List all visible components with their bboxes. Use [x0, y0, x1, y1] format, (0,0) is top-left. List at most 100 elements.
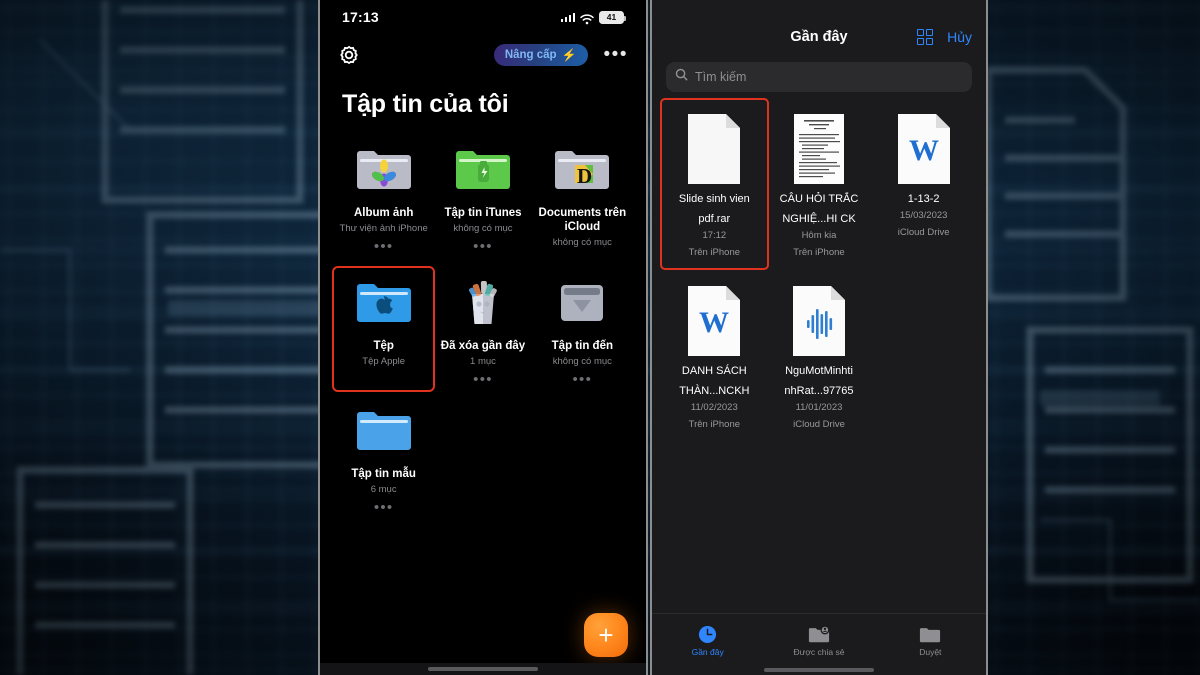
folder-more-icon[interactable]: •••: [535, 375, 630, 384]
file-name-line1: 1-13-2: [873, 192, 974, 206]
shared-folder-icon: [763, 623, 874, 647]
file-name-line2: THÀN...NCKH: [664, 384, 765, 398]
file-meta-location: Trên iPhone: [664, 246, 765, 260]
folder-item-sample[interactable]: Tập tin mẫu 6 mục •••: [334, 396, 433, 518]
search-input[interactable]: Tìm kiếm: [666, 62, 972, 92]
folder-subtitle: 1 mục: [435, 355, 530, 368]
folder-subtitle: 6 mục: [336, 483, 431, 496]
page-title: Tập tin của tôi: [320, 76, 646, 135]
file-meta-location: iCloud Drive: [873, 226, 974, 240]
file-meta-date: Hôm kia: [769, 229, 870, 243]
folder-item-itunes[interactable]: Tập tin iTunes không có mục •••: [433, 135, 532, 262]
more-horizontal-icon[interactable]: •••: [604, 51, 628, 59]
search-placeholder: Tìm kiếm: [695, 70, 746, 84]
file-name-line2: pdf.rar: [664, 212, 765, 226]
file-meta-location: Trên iPhone: [769, 246, 870, 260]
file-name-line1: CÂU HỎI TRẮC: [769, 192, 870, 206]
file-item-1-13-2[interactable]: W 1-13-2 15/03/2023 iCloud Drive: [871, 100, 976, 268]
inbox-folder-icon: [535, 272, 630, 334]
tab-recents[interactable]: Gần đây: [652, 623, 763, 657]
file-name-line2: NGHIỆ...HI CK: [769, 212, 870, 226]
file-meta-location: Trên iPhone: [664, 418, 765, 432]
svg-text:W: W: [699, 306, 729, 339]
add-button[interactable]: +: [584, 613, 628, 657]
folder-item-photos[interactable]: Album ảnh Thư viện ảnh iPhone •••: [334, 135, 433, 262]
folder-grid: Album ảnh Thư viện ảnh iPhone ••• Tập ti…: [320, 135, 646, 518]
folder-more-icon[interactable]: •••: [435, 242, 530, 251]
folder-subtitle: Tệp Apple: [336, 355, 431, 368]
text-document-preview-icon: [769, 106, 870, 186]
svg-text:D: D: [577, 164, 592, 188]
right-phone-screen: Gần đây Hủy Tìm kiếm Slide sinh v: [650, 0, 988, 675]
folder-more-icon[interactable]: •••: [336, 503, 431, 512]
folder-name: Tập tin iTunes: [435, 206, 530, 220]
wifi-icon: [580, 12, 594, 23]
file-item-slide-sinh-vien[interactable]: Slide sinh vien pdf.rar 17:12 Trên iPhon…: [662, 100, 767, 268]
file-meta-date: 15/03/2023: [873, 209, 974, 223]
audio-document-icon: [769, 278, 870, 358]
grid-view-icon[interactable]: [917, 29, 934, 46]
folder-subtitle: Thư viện ảnh iPhone: [336, 222, 431, 235]
tab-browse[interactable]: Duyệt: [875, 623, 986, 657]
plus-icon: +: [598, 622, 613, 648]
folder-more-icon[interactable]: •••: [435, 375, 530, 384]
folder-name: Đã xóa gần đây: [435, 339, 530, 353]
file-item-danh-sach-thanh-vien[interactable]: W DANH SÁCH THÀN...NCKH 11/02/2023 Trên …: [662, 272, 767, 440]
home-indicator: [320, 663, 646, 675]
file-name-line1: NguMotMinhti: [769, 364, 870, 378]
folder-item-tep[interactable]: Tệp Tệp Apple: [334, 268, 433, 390]
file-meta-date: 11/02/2023: [664, 401, 765, 415]
tab-label: Gần đây: [652, 647, 763, 657]
file-item-ngumotminh[interactable]: NguMotMinhti nhRat...97765 11/01/2023 iC…: [767, 272, 872, 440]
gear-icon[interactable]: [338, 44, 360, 66]
upgrade-label: Nâng cấp: [505, 49, 557, 61]
folder-name: Tập tin đến: [535, 339, 630, 353]
blue-folder-icon: [336, 400, 431, 462]
folder-name: Album ảnh: [336, 206, 431, 220]
upgrade-badge[interactable]: Nâng cấp ⚡: [494, 44, 588, 66]
status-bar: 17:13 41: [320, 0, 646, 34]
right-header: Gần đây Hủy Tìm kiếm: [652, 0, 986, 92]
home-indicator: [652, 665, 986, 675]
file-meta-date: 11/01/2023: [769, 401, 870, 415]
folder-more-icon[interactable]: •••: [336, 242, 431, 251]
file-name-line1: Slide sinh vien: [664, 192, 765, 206]
folder-item-recently-deleted[interactable]: Đã xóa gần đây 1 mục •••: [433, 268, 532, 390]
files-grid: Slide sinh vien pdf.rar 17:12 Trên iPhon…: [652, 92, 986, 440]
clock-icon: [652, 623, 763, 647]
folder-subtitle: không có mục: [535, 355, 630, 368]
word-document-icon: W: [664, 278, 765, 358]
folder-name: Tập tin mẫu: [336, 467, 431, 481]
folder-icon: [875, 623, 986, 647]
folder-name: Tệp: [336, 339, 431, 353]
file-name-line1: DANH SÁCH: [664, 364, 765, 378]
svg-text:W: W: [909, 134, 939, 167]
tab-shared[interactable]: Được chia sẻ: [763, 623, 874, 657]
left-top-bar: Nâng cấp ⚡ •••: [320, 34, 646, 76]
folder-name: Documents trên iCloud: [535, 206, 630, 234]
battery-icon: 41: [599, 11, 624, 24]
tab-label: Duyệt: [875, 647, 986, 657]
battery-level: 41: [607, 12, 616, 22]
folder-item-inbox[interactable]: Tập tin đến không có mục •••: [533, 268, 632, 390]
photos-folder-icon: [336, 139, 431, 201]
cancel-button[interactable]: Hủy: [947, 29, 972, 45]
file-name-line2: nhRat...97765: [769, 384, 870, 398]
left-phone-screen: 17:13 41 Nâng cấp ⚡ •••: [318, 0, 648, 675]
itunes-folder-icon: [435, 139, 530, 201]
word-document-icon: W: [873, 106, 974, 186]
lightning-bolt-icon: ⚡: [562, 49, 577, 61]
file-item-cau-hoi-trac-nghiem[interactable]: CÂU HỎI TRẮC NGHIỆ...HI CK Hôm kia Trên …: [767, 100, 872, 268]
folder-subtitle: không có mục: [435, 222, 530, 235]
folder-subtitle: không có mục: [535, 236, 630, 249]
status-bar-clock: 17:13: [342, 9, 379, 25]
documents-icloud-folder-icon: D: [535, 139, 630, 201]
file-meta-date: 17:12: [664, 229, 765, 243]
tab-bar: Gần đây Được chia sẻ Duyệt: [652, 613, 986, 665]
signal-bars-icon: [561, 12, 576, 22]
tab-label: Được chia sẻ: [763, 647, 874, 657]
search-icon: [675, 68, 688, 86]
folder-item-documents-icloud[interactable]: D Documents trên iCloud không có mục: [533, 135, 632, 262]
apple-files-folder-icon: [336, 272, 431, 334]
blank-document-icon: [664, 106, 765, 186]
